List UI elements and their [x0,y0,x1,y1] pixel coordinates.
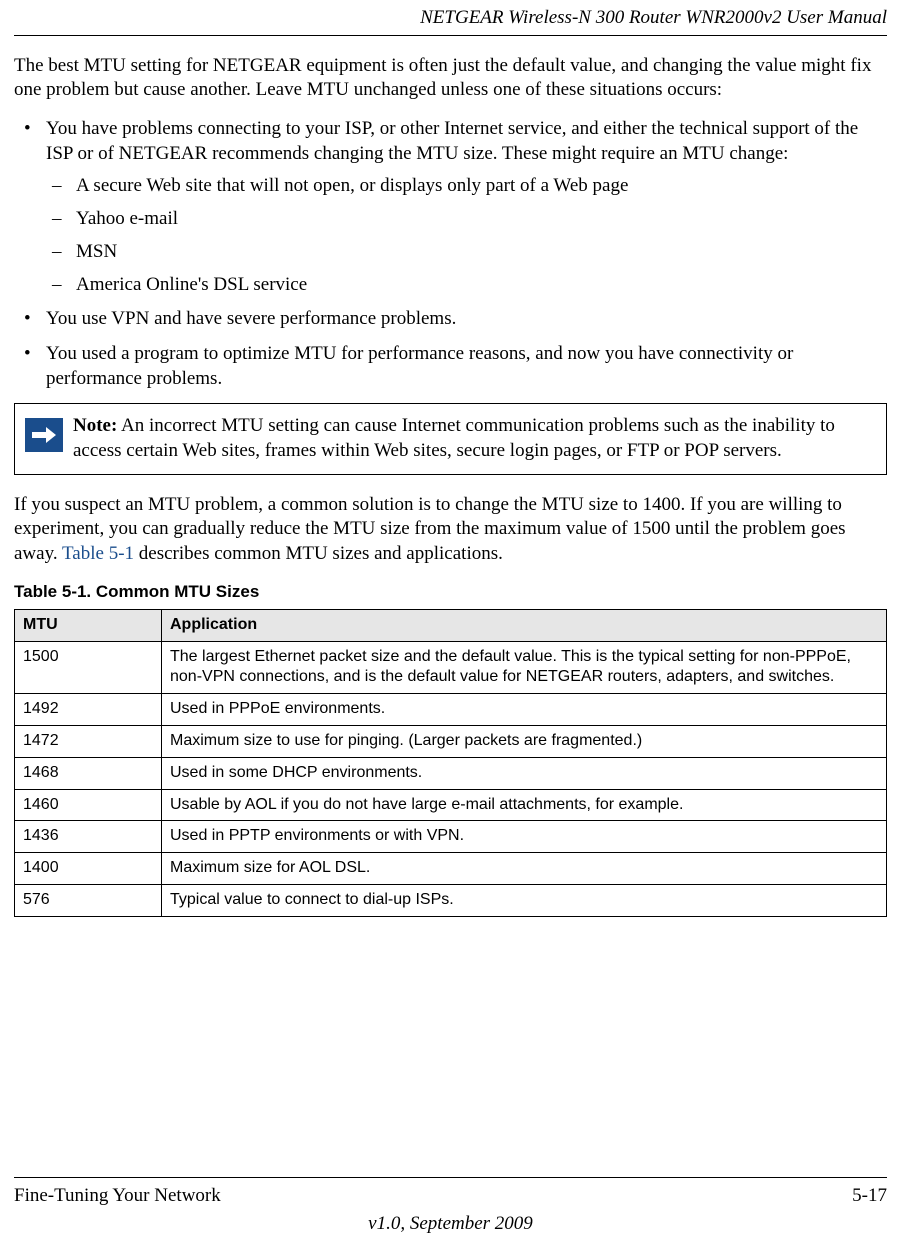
cell-app: Typical value to connect to dial-up ISPs… [162,884,887,916]
footer-page-number: 5-17 [852,1184,887,1209]
table-row: 1500The largest Ethernet packet size and… [15,641,887,694]
cell-app: The largest Ethernet packet size and the… [162,641,887,694]
note-text: Note: An incorrect MTU setting can cause… [73,414,876,463]
col-header-application: Application [162,609,887,641]
sub-list-item: America Online's DSL service [46,273,887,298]
header-title: NETGEAR Wireless-N 300 Router WNR2000v2 … [420,7,887,28]
intro-paragraph: The best MTU setting for NETGEAR equipme… [14,54,887,103]
cell-app: Used in PPTP environments or with VPN. [162,821,887,853]
cell-mtu: 1460 [15,789,162,821]
cell-mtu: 1400 [15,853,162,885]
cell-mtu: 1472 [15,725,162,757]
cell-app: Used in PPPoE environments. [162,694,887,726]
table-row: 576Typical value to connect to dial-up I… [15,884,887,916]
table-row: 1460Usable by AOL if you do not have lar… [15,789,887,821]
list-item: You use VPN and have severe performance … [14,307,887,332]
sub-list-item: Yahoo e-mail [46,207,887,232]
suspect-after: describes common MTU sizes and applicati… [134,543,503,564]
sub-list: A secure Web site that will not open, or… [46,174,887,297]
note-box: Note: An incorrect MTU setting can cause… [14,403,887,474]
cell-app: Maximum size to use for pinging. (Larger… [162,725,887,757]
cell-mtu: 1500 [15,641,162,694]
col-header-mtu: MTU [15,609,162,641]
cell-app: Used in some DHCP environments. [162,757,887,789]
table-reference-link[interactable]: Table 5-1 [62,543,134,564]
page-footer: Fine-Tuning Your Network 5-17 v1.0, Sept… [14,1177,887,1237]
mtu-table: MTU Application 1500The largest Ethernet… [14,609,887,917]
note-label: Note: [73,415,117,436]
table-body: 1500The largest Ethernet packet size and… [15,641,887,916]
table-row: 1472Maximum size to use for pinging. (La… [15,725,887,757]
page-header: NETGEAR Wireless-N 300 Router WNR2000v2 … [14,0,887,36]
table-row: 1436Used in PPTP environments or with VP… [15,821,887,853]
cell-app: Maximum size for AOL DSL. [162,853,887,885]
table-row: 1468Used in some DHCP environments. [15,757,887,789]
footer-version: v1.0, September 2009 [14,1212,887,1237]
table-caption: Table 5-1. Common MTU Sizes [14,581,887,603]
list-item: You used a program to optimize MTU for p… [14,342,887,391]
manual-page: NETGEAR Wireless-N 300 Router WNR2000v2 … [0,0,901,1247]
cell-mtu: 576 [15,884,162,916]
note-body: An incorrect MTU setting can cause Inter… [73,415,835,461]
table-row: 1400Maximum size for AOL DSL. [15,853,887,885]
cell-app: Usable by AOL if you do not have large e… [162,789,887,821]
cell-mtu: 1468 [15,757,162,789]
bullet-list: You have problems connecting to your ISP… [14,117,887,391]
cell-mtu: 1436 [15,821,162,853]
footer-section: Fine-Tuning Your Network [14,1184,221,1209]
table-row: 1492Used in PPPoE environments. [15,694,887,726]
suspect-paragraph: If you suspect an MTU problem, a common … [14,493,887,567]
arrow-right-icon [25,418,63,452]
sub-list-item: A secure Web site that will not open, or… [46,174,887,199]
sub-list-item: MSN [46,240,887,265]
cell-mtu: 1492 [15,694,162,726]
list-item: You have problems connecting to your ISP… [14,117,887,297]
list-item-text: You have problems connecting to your ISP… [46,118,858,164]
table-header-row: MTU Application [15,609,887,641]
